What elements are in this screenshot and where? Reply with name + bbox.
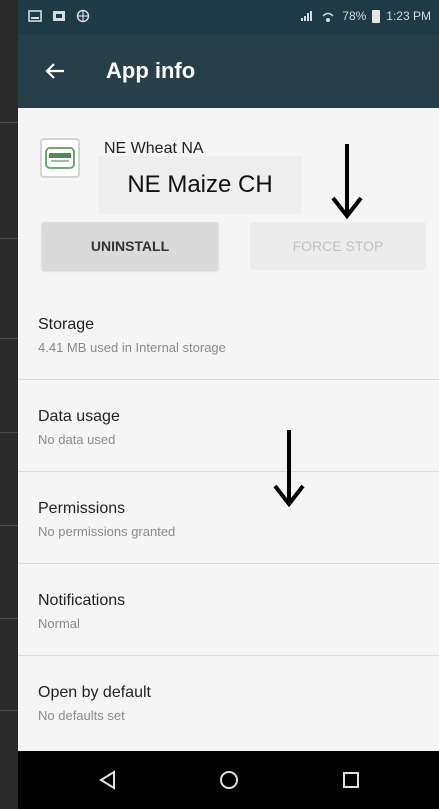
strip-divider xyxy=(0,338,18,339)
notification-icons xyxy=(28,9,90,23)
row-subtitle: No permissions granted xyxy=(38,524,176,539)
android-icon xyxy=(76,9,90,23)
row-subtitle: No defaults set xyxy=(38,708,125,723)
row-subtitle: Normal xyxy=(38,616,80,631)
strip-divider xyxy=(0,525,18,526)
back-arrow-icon[interactable] xyxy=(40,56,70,86)
wifi-icon xyxy=(322,12,334,22)
message-icon xyxy=(28,10,42,22)
strip-divider xyxy=(0,238,18,239)
left-edge-strip xyxy=(0,0,18,809)
settings-row-notifications[interactable]: Notifications Normal xyxy=(18,564,439,656)
row-title: Notifications xyxy=(38,592,126,609)
row-title: Data usage xyxy=(38,408,120,425)
row-title: Open by default xyxy=(38,684,151,701)
strip-divider xyxy=(0,710,18,711)
strip-divider xyxy=(0,432,18,433)
app-info-sheet: NE Wheat NA NE Maize CH UNINSTALL FORCE … xyxy=(18,108,439,751)
nav-back-icon[interactable] xyxy=(93,765,123,795)
strip-divider xyxy=(0,122,18,123)
annotation-arrow-icon xyxy=(331,144,363,220)
settings-row-open-by-default[interactable]: Open by default No defaults set xyxy=(18,656,439,748)
settings-row-permissions[interactable]: Permissions No permissions granted xyxy=(18,472,439,564)
row-subtitle: 4.41 MB used in Internal storage xyxy=(38,340,226,355)
app-icon xyxy=(40,138,80,178)
settings-row-storage[interactable]: Storage 4.41 MB used in Internal storage xyxy=(18,288,439,380)
row-title: Storage xyxy=(38,316,95,333)
force-stop-button[interactable]: FORCE STOP xyxy=(250,222,426,270)
status-bar: 78% 1:23 PM xyxy=(18,0,439,34)
battery-percent: 78% xyxy=(342,9,367,23)
system-status: 78% 1:23 PM xyxy=(300,9,431,23)
nav-home-icon[interactable] xyxy=(214,765,244,795)
annotation-label: NE Maize CH xyxy=(98,156,302,214)
strip-divider xyxy=(0,618,18,619)
row-subtitle: No data used xyxy=(38,432,116,447)
clock: 1:23 PM xyxy=(386,9,431,23)
navigation-bar xyxy=(18,751,439,809)
battery-icon xyxy=(372,9,381,23)
signal-icon xyxy=(301,11,313,21)
image-icon xyxy=(53,11,65,21)
page-title: App info xyxy=(106,58,196,83)
app-bar: App info xyxy=(18,34,439,108)
row-title: Permissions xyxy=(38,500,126,517)
settings-row-data-usage[interactable]: Data usage No data used xyxy=(18,380,439,472)
uninstall-button[interactable]: UNINSTALL xyxy=(42,222,218,270)
nav-recents-icon[interactable] xyxy=(336,765,366,795)
